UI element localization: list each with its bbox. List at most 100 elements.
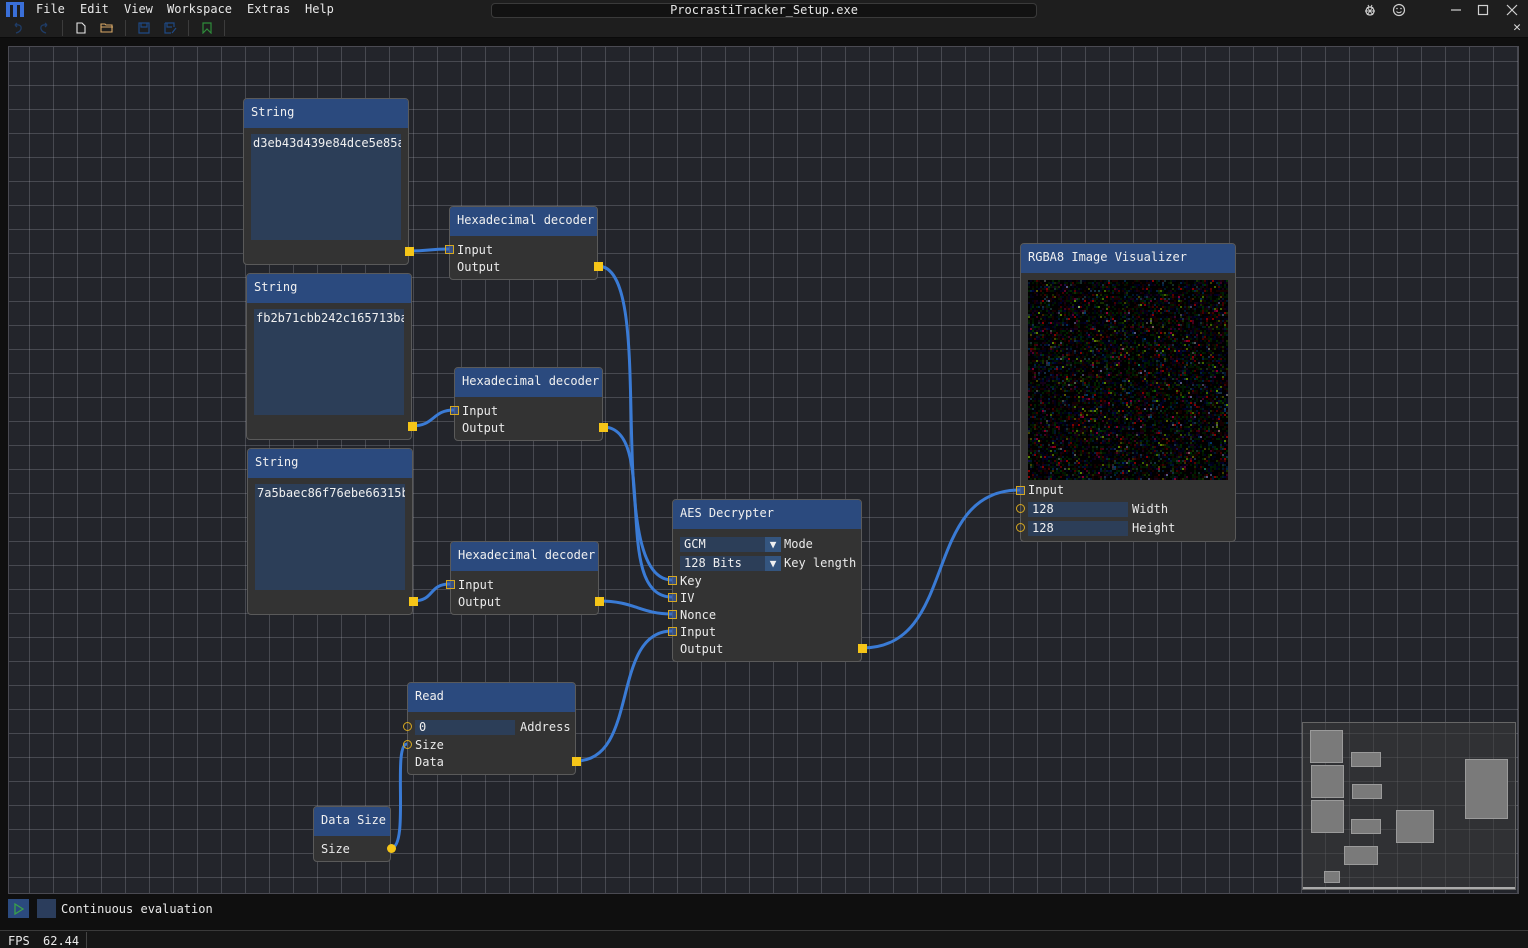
menu-extras[interactable]: Extras — [247, 2, 290, 16]
address-input[interactable]: 0 — [415, 720, 515, 735]
aes-output-pin[interactable] — [858, 644, 867, 653]
fps-label: FPS — [8, 934, 30, 948]
hex-decoder-node[interactable]: Hexadecimal decoder Input Output — [454, 367, 603, 441]
evaluation-bar — [0, 895, 1528, 931]
node-title: String — [248, 449, 412, 478]
bookmark-icon[interactable] — [200, 21, 214, 35]
string-output-pin[interactable] — [405, 247, 414, 256]
output-label: Output — [457, 260, 501, 274]
string-node[interactable]: String d3eb43d439e84dce5e85a — [243, 98, 409, 265]
minimap-node — [1351, 819, 1381, 834]
iv-input-pin[interactable] — [668, 593, 677, 602]
hex-output-pin[interactable] — [594, 262, 603, 271]
close-tab-icon[interactable]: ✕ — [1510, 21, 1524, 35]
width-input[interactable]: 128 — [1028, 502, 1128, 517]
data-size-node[interactable]: Data Size Size — [313, 806, 391, 862]
open-folder-icon[interactable] — [100, 21, 114, 35]
string-output-pin[interactable] — [408, 422, 417, 431]
node-title: Hexadecimal decoder — [455, 368, 602, 397]
height-input[interactable]: 128 — [1028, 521, 1128, 536]
menu-view[interactable]: View — [124, 2, 153, 16]
menu-file[interactable]: File — [36, 2, 65, 16]
hex-output-pin[interactable] — [595, 597, 604, 606]
string-node[interactable]: String fb2b71cbb242c165713ba — [246, 273, 412, 440]
window-title: ProcrastiTracker_Setup.exe — [491, 3, 1037, 18]
minimap[interactable] — [1302, 722, 1516, 890]
string-input[interactable]: fb2b71cbb242c165713ba — [254, 309, 404, 415]
hex-input-pin[interactable] — [446, 580, 455, 589]
mode-select[interactable]: GCM — [680, 537, 765, 552]
node-title: Data Size — [314, 807, 390, 836]
menu-help[interactable]: Help — [305, 2, 334, 16]
key-label: Key — [680, 574, 702, 588]
data-output-pin[interactable] — [572, 757, 581, 766]
output-label: Output — [680, 642, 724, 656]
save-as-icon[interactable] — [163, 21, 177, 35]
data-label: Data — [415, 755, 444, 769]
save-icon[interactable] — [137, 21, 151, 35]
minimap-node — [1311, 765, 1344, 798]
key-input-pin[interactable] — [668, 576, 677, 585]
size-label: Size — [321, 842, 350, 856]
hex-decoder-node[interactable]: Hexadecimal decoder Input Output — [450, 541, 599, 615]
minimap-node — [1351, 752, 1381, 767]
key-length-select[interactable]: 128 Bits — [680, 556, 765, 571]
iv-label: IV — [680, 591, 695, 605]
minimap-viewport-edge — [1303, 887, 1515, 889]
image-input-pin[interactable] — [1016, 486, 1025, 495]
toolbar-separator — [188, 20, 189, 36]
minimap-node — [1311, 800, 1344, 833]
menu-workspace[interactable]: Workspace — [167, 2, 232, 16]
width-label: Width — [1132, 502, 1169, 516]
hex-input-pin[interactable] — [445, 245, 454, 254]
minimize-button[interactable] — [1446, 1, 1466, 18]
play-button[interactable] — [8, 899, 29, 918]
menu-edit[interactable]: Edit — [80, 2, 109, 16]
string-node[interactable]: String 7a5baec86f76ebe66315b — [247, 448, 413, 615]
hex-input-pin[interactable] — [450, 406, 459, 415]
hex-decoder-node[interactable]: Hexadecimal decoder Input Output — [449, 206, 598, 280]
toolbar-separator — [125, 20, 126, 36]
redo-icon[interactable] — [37, 21, 51, 35]
bug-icon[interactable] — [1360, 1, 1380, 18]
string-input[interactable]: 7a5baec86f76ebe66315b — [255, 484, 405, 590]
string-output-pin[interactable] — [409, 597, 418, 606]
read-node[interactable]: Read 0 Address Size Data — [407, 682, 576, 775]
minimap-node — [1310, 730, 1343, 763]
close-button[interactable] — [1502, 1, 1522, 18]
fps-value: 62.44 — [43, 934, 80, 948]
minimap-node — [1352, 784, 1382, 799]
output-label: Output — [462, 421, 506, 435]
node-title: Hexadecimal decoder — [450, 207, 597, 236]
status-separator — [86, 932, 87, 948]
address-input-pin[interactable] — [403, 722, 412, 731]
toolbar-separator — [224, 20, 225, 36]
node-title: Hexadecimal decoder — [451, 542, 598, 571]
nonce-input-pin[interactable] — [668, 610, 677, 619]
status-bar — [0, 930, 1528, 948]
size-input-pin[interactable] — [403, 740, 412, 749]
input-label: Input — [680, 625, 717, 639]
address-label: Address — [520, 720, 571, 734]
string-input[interactable]: d3eb43d439e84dce5e85a — [251, 134, 401, 240]
new-file-icon[interactable] — [74, 21, 88, 35]
undo-icon[interactable] — [11, 21, 25, 35]
height-input-pin[interactable] — [1016, 523, 1025, 532]
key-length-dropdown-icon[interactable]: ▼ — [765, 556, 781, 571]
width-input-pin[interactable] — [1016, 504, 1025, 513]
hex-output-pin[interactable] — [599, 423, 608, 432]
maximize-button[interactable] — [1473, 1, 1493, 18]
data-input-pin[interactable] — [668, 627, 677, 636]
input-label: Input — [1028, 483, 1065, 497]
node-canvas[interactable] — [8, 46, 1519, 894]
smiley-icon[interactable] — [1389, 1, 1409, 18]
node-title: RGBA8 Image Visualizer — [1021, 244, 1235, 273]
input-label: Input — [457, 243, 494, 257]
continuous-evaluation-checkbox[interactable] — [37, 899, 56, 918]
mode-dropdown-icon[interactable]: ▼ — [765, 537, 781, 552]
minimap-node — [1396, 810, 1434, 843]
aes-decrypter-node[interactable]: AES Decrypter GCM ▼ Mode 128 Bits ▼ Key … — [672, 499, 862, 662]
input-label: Input — [458, 578, 495, 592]
height-label: Height — [1132, 521, 1176, 535]
size-output-pin[interactable] — [387, 844, 396, 853]
